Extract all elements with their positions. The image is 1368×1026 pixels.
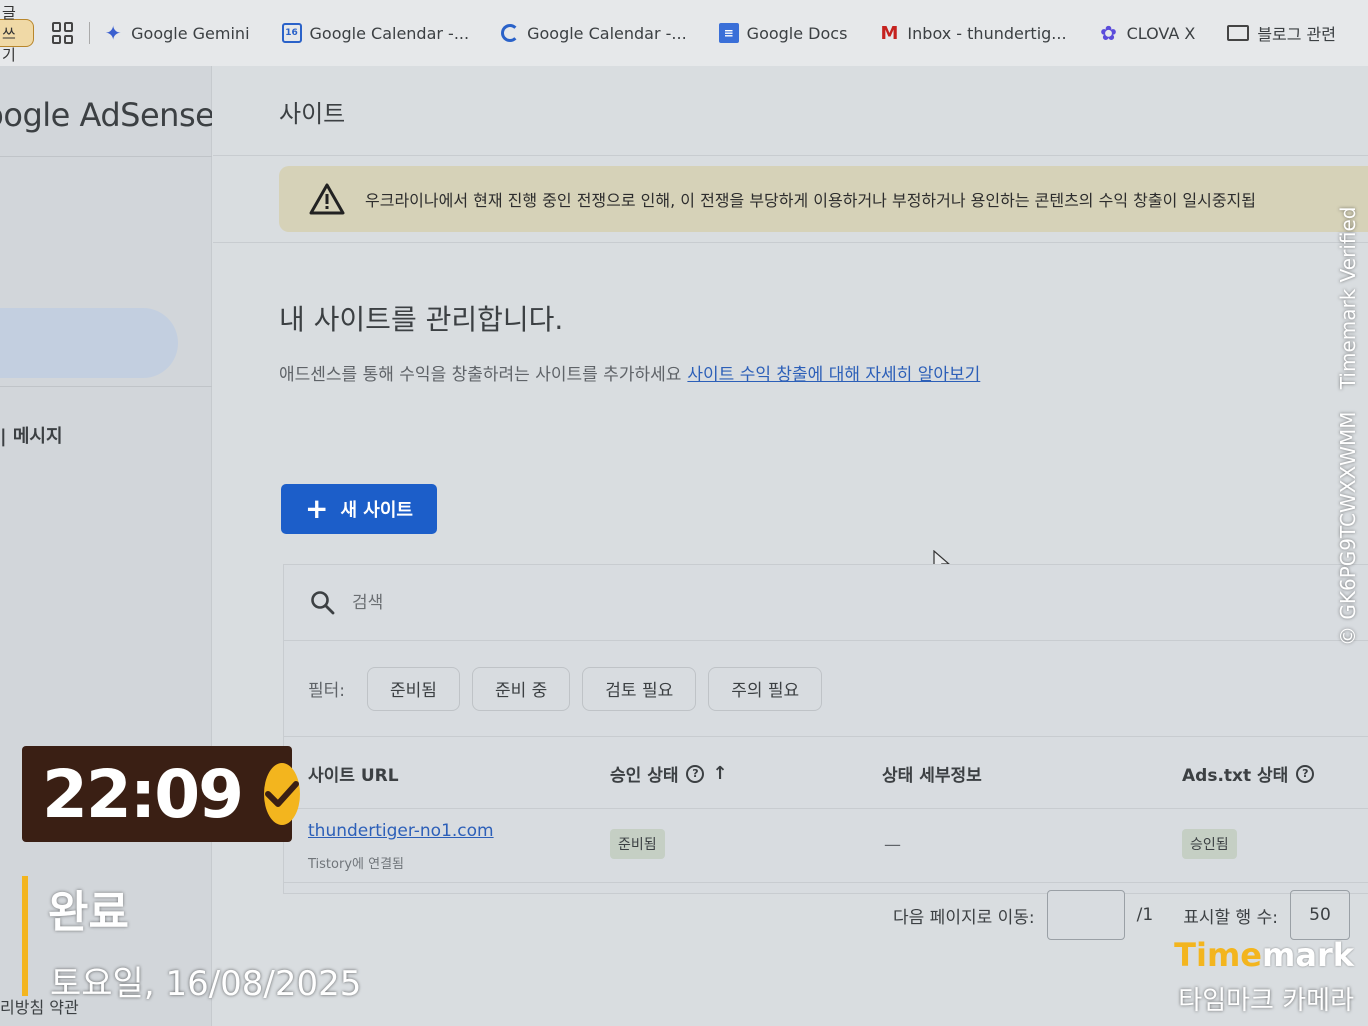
status-text: 완료 xyxy=(48,887,129,938)
filter-chip-preparing[interactable]: 준비 중 xyxy=(471,666,571,711)
ads-txt-status-badge: 승인됨 xyxy=(1182,829,1237,859)
timemark-subtitle: 타임마크 카메라 xyxy=(1178,986,1354,1016)
nav-divider xyxy=(0,156,212,157)
approval-status-badge: 준비됨 xyxy=(610,829,665,859)
accent-bar xyxy=(22,876,28,996)
bookmark-label: Inbox - thundertig... xyxy=(907,23,1067,43)
adsense-logo[interactable]: Google AdSense xyxy=(0,96,212,156)
column-ads-txt: Ads.txt 상태? xyxy=(1182,761,1315,786)
folder-icon xyxy=(1227,25,1250,41)
calendar-sync-icon xyxy=(501,24,520,42)
column-label: 사이트 URL xyxy=(308,766,399,786)
bookmark-folder[interactable]: 블로그 관련 xyxy=(1227,21,1336,45)
bookmark-gemini[interactable]: ✦ Google Gemini xyxy=(103,21,250,45)
warning-banner: 우크라이나에서 현재 진행 중인 전쟁으로 인해, 이 전쟁을 부당하게 이용하… xyxy=(279,166,1368,232)
bookmark-write[interactable]: 글쓰기 xyxy=(0,4,34,64)
table-header: 사이트 URL 승인 상태? ↑ 상태 세부정보 Ads.txt 상태? xyxy=(284,737,1368,809)
search-input[interactable] xyxy=(352,592,752,613)
page-title: 사이트 xyxy=(279,100,346,128)
column-label: Ads.txt 상태 xyxy=(1182,766,1289,786)
clova-icon: ✿ xyxy=(1100,21,1117,45)
bookmark-label: Google Calendar -... xyxy=(527,23,687,43)
bookmark-label: Google Gemini xyxy=(131,23,250,43)
verified-code: GK6PG9TCWXXWMM xyxy=(1336,411,1360,620)
column-label: 승인 상태 xyxy=(610,766,679,786)
timemark-logo-part1: Time xyxy=(1174,936,1262,974)
plus-icon: + xyxy=(305,492,329,525)
column-site-url[interactable]: 사이트 URL xyxy=(308,761,399,786)
search-icon xyxy=(311,590,335,614)
warning-icon xyxy=(309,183,345,215)
nav-item-sites[interactable] xyxy=(0,308,178,378)
sites-table: 필터: 준비됨 준비 중 검토 필요 주의 필요 사이트 URL 승인 상태? ↑… xyxy=(283,564,1368,894)
timemark-logo-part2: mark xyxy=(1262,936,1354,974)
site-platform: Tistory에 연결됨 xyxy=(308,857,404,872)
bookmark-docs[interactable]: ≡ Google Docs xyxy=(718,23,848,43)
filter-chip-needs-review[interactable]: 검토 필요 xyxy=(582,666,697,711)
nav-item-messages[interactable]: | 메시지 xyxy=(0,422,63,448)
column-label: 상태 세부정보 xyxy=(882,766,982,786)
rows-per-page-select[interactable]: 50 xyxy=(1289,890,1350,940)
manage-sites-description: 애드센스를 통해 수익을 창출하려는 사이트를 추가하세요 사이트 수익 창출에 … xyxy=(279,360,980,385)
search-bar xyxy=(284,565,1368,641)
time-text: 22:09 xyxy=(42,755,244,833)
column-status-details: 상태 세부정보 xyxy=(882,761,982,786)
manage-sites-heading: 내 사이트를 관리합니다. xyxy=(279,303,564,336)
bookmark-separator xyxy=(88,22,90,44)
new-site-label: 새 사이트 xyxy=(340,500,413,521)
goto-page-input[interactable] xyxy=(1046,890,1125,940)
gmail-icon: M xyxy=(880,22,899,44)
bookmark-label: Google Docs xyxy=(746,23,848,43)
apps-grid-icon[interactable] xyxy=(51,22,73,44)
calendar-icon: 16 xyxy=(281,23,302,43)
new-site-button[interactable]: + 새 사이트 xyxy=(281,484,437,534)
bookmarks-bar: 글쓰기 ✦ Google Gemini 16 Google Calendar -..… xyxy=(0,0,1368,66)
main-content: 사이트 우크라이나에서 현재 진행 중인 전쟁으로 인해, 이 전쟁을 부당하게… xyxy=(213,66,1368,1026)
timestamp-box: 22:09 xyxy=(22,746,301,842)
filter-chip-needs-attention[interactable]: 주의 필요 xyxy=(708,666,823,711)
table-row[interactable]: thundertiger-no1.com Tistory에 연결됨 준비됨 — … xyxy=(284,809,1368,883)
verified-label: Timemark Verified xyxy=(1336,206,1360,390)
bookmark-gmail[interactable]: M Inbox - thundertig... xyxy=(879,22,1067,44)
main-header: 사이트 xyxy=(213,66,1368,156)
help-icon[interactable]: ? xyxy=(686,764,705,783)
warning-text: 우크라이나에서 현재 진행 중인 전쟁으로 인해, 이 전쟁을 부당하게 이용하… xyxy=(365,191,1256,210)
bookmark-label: Google Calendar -... xyxy=(309,23,470,43)
rows-per-page-label: 표시할 행 수: xyxy=(1183,907,1278,928)
sort-ascending-icon[interactable]: ↑ xyxy=(712,763,727,784)
bookmark-calendar-2[interactable]: Google Calendar -... xyxy=(501,24,687,43)
timemark-logo: Timemark xyxy=(1174,936,1354,974)
bookmark-write-label: 글쓰기 xyxy=(2,3,16,64)
section-divider xyxy=(213,242,1368,243)
pagination: 다음 페이지로 이동: /1 표시할 행 수: 50 xyxy=(893,890,1350,940)
verified-watermark: © GK6PG9TCWXXWMM Timemark Verified xyxy=(1336,207,1360,646)
page-total: /1 xyxy=(1136,905,1154,925)
docs-icon: ≡ xyxy=(718,23,739,43)
nav-divider xyxy=(0,386,212,387)
manage-desc-text: 애드센스를 통해 수익을 창출하려는 사이트를 추가하세요 xyxy=(279,365,682,385)
bookmark-clova[interactable]: ✿ CLOVA X xyxy=(1099,21,1196,45)
checkmark-icon xyxy=(264,763,301,825)
filter-label: 필터: xyxy=(308,681,346,701)
filter-row: 필터: 준비됨 준비 중 검토 필요 주의 필요 xyxy=(284,641,1368,737)
goto-page-label: 다음 페이지로 이동: xyxy=(893,907,1035,928)
filter-chip-ready[interactable]: 준비됨 xyxy=(367,666,460,711)
help-icon[interactable]: ? xyxy=(1296,764,1315,783)
date-text: 토요일, 16/08/2025 xyxy=(50,964,362,1004)
column-approval-status[interactable]: 승인 상태? ↑ xyxy=(610,761,728,786)
learn-more-link[interactable]: 사이트 수익 창출에 대해 자세히 알아보기 xyxy=(687,365,980,385)
bookmark-calendar-1[interactable]: 16 Google Calendar -... xyxy=(281,23,470,43)
status-details-value: — xyxy=(884,835,901,855)
bookmark-label: CLOVA X xyxy=(1126,23,1196,43)
gemini-icon: ✦ xyxy=(104,21,122,45)
site-url-link[interactable]: thundertiger-no1.com xyxy=(308,821,494,841)
brand-text: Google AdSense xyxy=(0,96,212,134)
copyright-icon: © xyxy=(1336,626,1360,646)
bookmark-label: 블로그 관련 xyxy=(1257,25,1336,44)
